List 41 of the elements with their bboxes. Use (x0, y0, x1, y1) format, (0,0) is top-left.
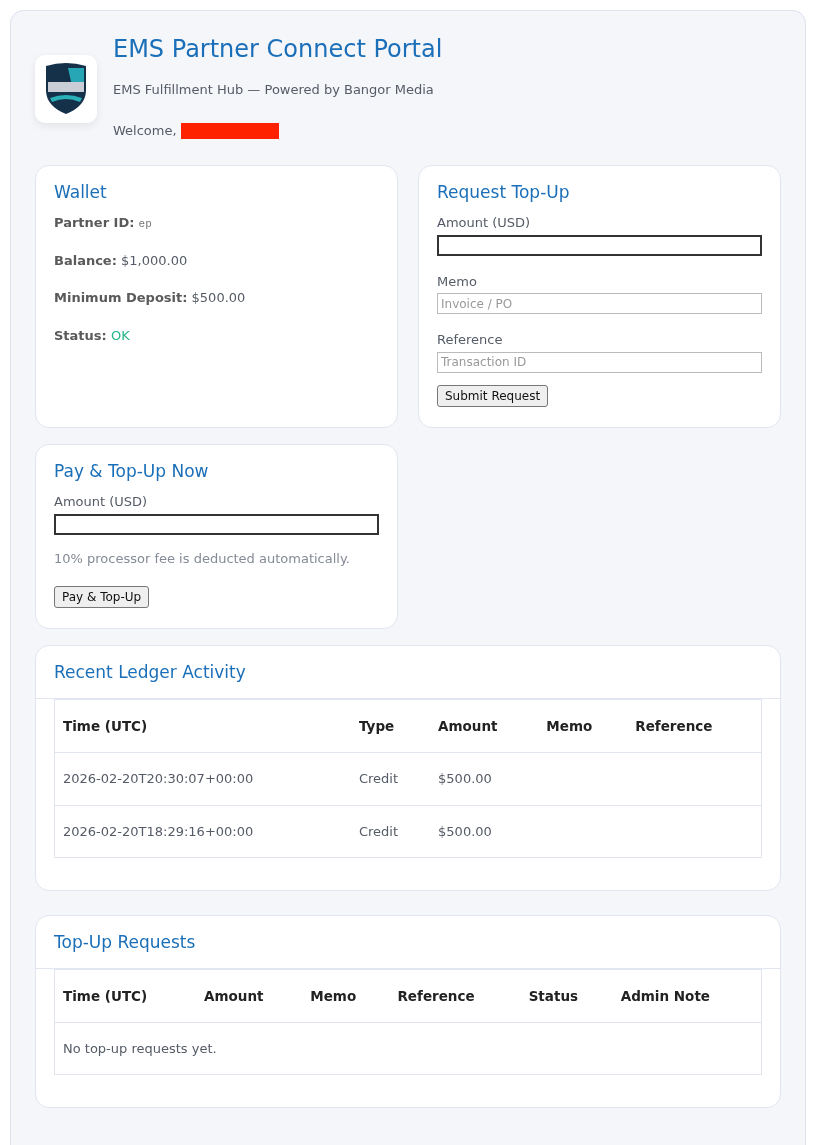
card-title: Request Top-Up (437, 180, 571, 204)
wallet-field: Partner ID: ep (54, 213, 379, 233)
pay-button[interactable]: Pay & Top-Up (54, 586, 150, 609)
empty-message: No top-up requests yet. (55, 1022, 761, 1075)
card-title: Top-Up Requests (54, 931, 197, 955)
field-label: Reference (437, 331, 504, 350)
input-field[interactable] (54, 513, 379, 535)
input-field[interactable]: Invoice / PO (437, 293, 762, 315)
table-cell: $500.00 (430, 805, 539, 858)
field-label: Amount (USD) (437, 214, 532, 233)
portal-title: EMS Partner Connect Portal (113, 35, 443, 64)
table-cell: Credit (351, 752, 431, 806)
column-header: Reference (389, 969, 521, 1023)
column-header: Admin Note (612, 969, 761, 1023)
welcome-text: Welcome, (113, 122, 177, 141)
column-header: Time (UTC) (55, 699, 351, 753)
field-label: Amount (USD) (54, 493, 149, 512)
table-cell: Credit (351, 805, 431, 858)
card-title: Wallet (54, 180, 108, 204)
column-header: Amount (430, 699, 539, 753)
column-header: Memo (302, 969, 390, 1023)
table-cell: 2026-02-20T18:29:16+00:00 (55, 805, 351, 858)
table-cell: $500.00 (430, 752, 539, 806)
wallet-field: Status: OK (54, 325, 379, 346)
column-header: Type (351, 699, 431, 753)
portal-subtitle: EMS Fulfillment Hub — Powered by Bangor Media (113, 80, 435, 99)
column-header: Status (520, 969, 613, 1023)
column-header: Amount (196, 969, 303, 1023)
fee-note: 10% processor fee is deducted automatically. (54, 549, 351, 568)
card-title: Pay & Top-Up Now (54, 459, 210, 483)
column-header: Reference (627, 699, 761, 753)
wallet-field: Minimum Deposit: $500.00 (54, 288, 379, 308)
field-label: Memo (437, 272, 478, 291)
column-header: Memo (538, 699, 628, 753)
column-header: Time (UTC) (55, 969, 197, 1023)
wallet-field: Balance: $1,000.00 (54, 250, 379, 271)
input-field[interactable]: Transaction ID (437, 351, 762, 373)
submit-button[interactable]: Submit Request (437, 384, 549, 407)
card-title: Recent Ledger Activity (54, 661, 247, 685)
table-cell: 2026-02-20T20:30:07+00:00 (55, 752, 351, 806)
input-field[interactable] (437, 234, 762, 256)
